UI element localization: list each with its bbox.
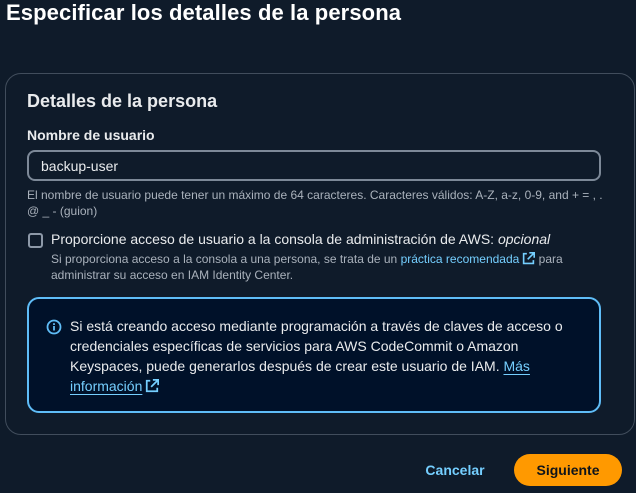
next-button[interactable]: Siguiente	[514, 454, 622, 486]
info-alert-body: Si está creando acceso mediante programa…	[70, 318, 563, 374]
info-icon	[46, 319, 62, 335]
optional-tag: opcional	[497, 231, 551, 247]
info-alert: Si está creando acceso mediante programa…	[27, 297, 601, 413]
username-input[interactable]	[27, 150, 601, 181]
external-link-icon	[523, 252, 536, 265]
external-link-icon	[146, 379, 160, 393]
console-access-label-text: Proporcione acceso de usuario a la conso…	[51, 231, 495, 247]
username-label: Nombre de usuario	[27, 127, 155, 143]
info-alert-text: Si está creando acceso mediante programa…	[70, 316, 575, 396]
console-access-desc-before: Si proporciona acceso a la consola a una…	[51, 252, 398, 266]
console-access-checkbox[interactable]	[28, 233, 43, 248]
best-practice-link-text: práctica recomendada	[400, 252, 520, 266]
console-access-description: Si proporciona acceso a la consola a una…	[51, 251, 611, 283]
username-constraint-text: El nombre de usuario puede tener un máxi…	[27, 188, 603, 218]
cancel-button[interactable]: Cancelar	[419, 455, 491, 485]
console-access-label[interactable]: Proporcione acceso de usuario a la conso…	[51, 231, 550, 247]
best-practice-link[interactable]: práctica recomendada	[401, 252, 536, 266]
person-details-container: Detalles de la persona Nombre de usuario…	[5, 73, 635, 435]
page-title: Especificar los detalles de la persona	[6, 0, 402, 25]
container-title: Detalles de la persona	[27, 91, 218, 111]
